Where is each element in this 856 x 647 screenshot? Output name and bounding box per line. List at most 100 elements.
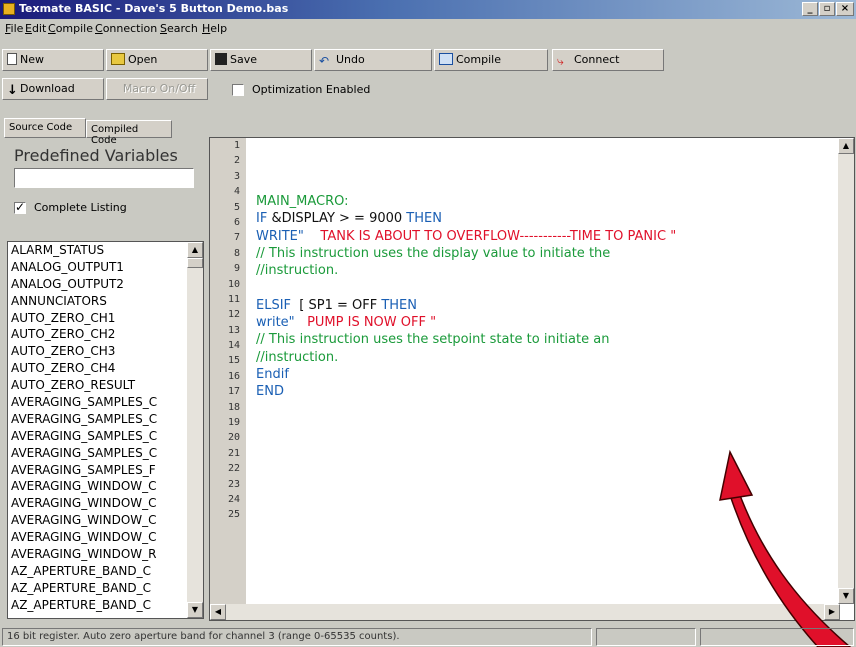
line-number: 21 <box>227 447 240 459</box>
code-text[interactable]: MAIN_MACRO: IF &DISPLAY > = 9000 THEN WR… <box>256 193 676 401</box>
checkmark-icon: ✓ <box>15 200 26 214</box>
connect-cable-icon: ⤷ <box>557 54 564 68</box>
list-item[interactable]: AVERAGING_SAMPLES_C <box>8 411 188 428</box>
scroll-thumb[interactable] <box>187 258 203 268</box>
optimization-checkbox[interactable] <box>232 84 244 96</box>
maximize-button[interactable]: ▫ <box>819 2 835 16</box>
scroll-down-icon[interactable]: ▼ <box>187 602 203 618</box>
open-button[interactable]: Open <box>106 49 208 71</box>
line-number: 17 <box>227 386 240 398</box>
line-number: 1 <box>233 140 240 151</box>
connect-button[interactable]: ⤷ Connect <box>552 49 664 71</box>
line-number: 7 <box>233 232 240 244</box>
line-number: 3 <box>233 170 240 182</box>
list-item[interactable]: AUTO_ZERO_RESULT <box>8 377 188 394</box>
download-arrow-icon: ↓ <box>7 83 18 98</box>
minimize-button[interactable]: _ <box>802 2 818 16</box>
status-pane <box>700 628 854 646</box>
line-number: 8 <box>233 247 240 259</box>
folder-icon <box>111 53 125 65</box>
code-line: write" PUMP IS NOW OFF " <box>256 315 437 331</box>
line-number: 19 <box>227 417 240 429</box>
window-title: Texmate BASIC - Dave's 5 Button Demo.bas <box>19 2 289 15</box>
line-number: 5 <box>233 201 240 213</box>
line-number: 16 <box>227 370 240 382</box>
predefined-variables-heading: Predefined Variables <box>14 146 178 165</box>
menu-connection[interactable]: Connection <box>95 22 157 35</box>
list-item[interactable]: AUTO_ZERO_CH3 <box>8 343 188 360</box>
line-number: 4 <box>233 186 240 198</box>
list-item[interactable]: AUTO_ZERO_CH4 <box>8 360 188 377</box>
code-line: END <box>256 384 284 400</box>
scroll-up-icon[interactable]: ▲ <box>187 242 203 258</box>
tab-compiled-code[interactable]: Compiled Code <box>86 120 172 146</box>
variable-list[interactable]: ALARM_STATUS ANALOG_OUTPUT1 ANALOG_OUTPU… <box>7 241 204 619</box>
macro-toggle-button[interactable]: Macro On/Off <box>106 78 208 100</box>
line-number: 22 <box>227 463 240 475</box>
list-item[interactable]: AZ_APERTURE_BAND_C <box>8 563 188 580</box>
title-bar: Texmate BASIC - Dave's 5 Button Demo.bas… <box>0 0 856 19</box>
list-item[interactable]: ALARM_STATUS <box>8 242 188 259</box>
variable-search-input[interactable] <box>14 168 194 188</box>
line-number: 13 <box>227 324 240 336</box>
scroll-left-icon[interactable]: ◀ <box>210 604 226 620</box>
status-pane <box>596 628 696 646</box>
list-item[interactable]: AVERAGING_SAMPLES_C <box>8 428 188 445</box>
line-number-gutter: 1 2 3 4 5 6 7 8 9 10 11 12 13 14 15 16 1… <box>210 138 246 604</box>
variable-list-scrollbar[interactable]: ▲ ▼ <box>187 242 203 618</box>
line-number: 10 <box>227 278 240 290</box>
app-icon <box>3 3 15 15</box>
line-number: 9 <box>233 263 240 275</box>
complete-listing-label: Complete Listing <box>34 201 127 214</box>
save-button[interactable]: Save <box>210 49 312 71</box>
line-number: 23 <box>227 478 240 490</box>
code-line: Endif <box>256 366 289 382</box>
new-file-icon <box>7 53 17 65</box>
list-item[interactable]: AUTO_ZERO_CH2 <box>8 326 188 343</box>
list-item[interactable]: AVERAGING_WINDOW_C <box>8 478 188 495</box>
menu-file[interactable]: File <box>5 22 23 35</box>
list-item[interactable]: ANNUNCIATORS <box>8 293 188 310</box>
code-line: IF &DISPLAY > = 9000 THEN <box>256 211 442 227</box>
list-item[interactable]: AVERAGING_SAMPLES_F <box>8 462 188 479</box>
line-number: 15 <box>227 355 240 367</box>
line-number: 14 <box>227 340 240 352</box>
list-item[interactable]: AVERAGING_WINDOW_C <box>8 512 188 529</box>
compile-button[interactable]: Compile <box>434 49 548 71</box>
tab-source-code[interactable]: Source Code <box>4 118 86 138</box>
list-item[interactable]: AUTO_ZERO_CH1 <box>8 310 188 327</box>
code-line: // This instruction uses the display val… <box>256 245 611 261</box>
status-message: 16 bit register. Auto zero aperture band… <box>2 628 592 646</box>
menu-edit[interactable]: Edit <box>25 22 46 35</box>
line-number: 6 <box>233 216 240 228</box>
menu-compile[interactable]: Compile <box>48 22 93 35</box>
undo-button[interactable]: ↶ Undo <box>314 49 432 71</box>
list-item[interactable]: AVERAGING_WINDOW_C <box>8 529 188 546</box>
list-item[interactable]: ANALOG_OUTPUT2 <box>8 276 188 293</box>
complete-listing-checkbox[interactable]: ✓ <box>14 200 26 214</box>
download-button[interactable]: ↓ Download <box>2 78 104 100</box>
code-line: //instruction. <box>256 263 339 279</box>
code-line: WRITE" TANK IS ABOUT TO OVERFLOW--------… <box>256 228 677 244</box>
list-item[interactable]: AZ_APERTURE_BAND_C <box>8 597 188 614</box>
line-number: 25 <box>227 509 240 521</box>
menu-bar: File Edit Compile Connection Search Help <box>0 19 856 39</box>
scroll-up-icon[interactable]: ▲ <box>838 138 854 154</box>
list-item[interactable]: AZ_APERTURE_BAND_C <box>8 580 188 597</box>
list-item[interactable]: AVERAGING_SAMPLES_C <box>8 394 188 411</box>
line-number: 2 <box>233 155 240 167</box>
new-button[interactable]: New <box>2 49 104 71</box>
close-button[interactable]: × <box>836 2 854 16</box>
list-item[interactable]: AVERAGING_SAMPLES_C <box>8 445 188 462</box>
list-item[interactable]: AVERAGING_WINDOW_C <box>8 495 188 512</box>
code-line: // This instruction uses the setpoint st… <box>256 332 610 348</box>
code-line: ELSIF [ SP1 = OFF THEN <box>256 297 417 313</box>
menu-help[interactable]: Help <box>202 22 227 35</box>
list-item[interactable]: ANALOG_OUTPUT1 <box>8 259 188 276</box>
status-bar: 16 bit register. Auto zero aperture band… <box>0 626 856 647</box>
list-item[interactable]: AVERAGING_WINDOW_R <box>8 546 188 563</box>
undo-arrow-icon: ↶ <box>319 54 330 68</box>
menu-search[interactable]: Search <box>160 22 198 35</box>
line-number: 12 <box>227 309 240 321</box>
